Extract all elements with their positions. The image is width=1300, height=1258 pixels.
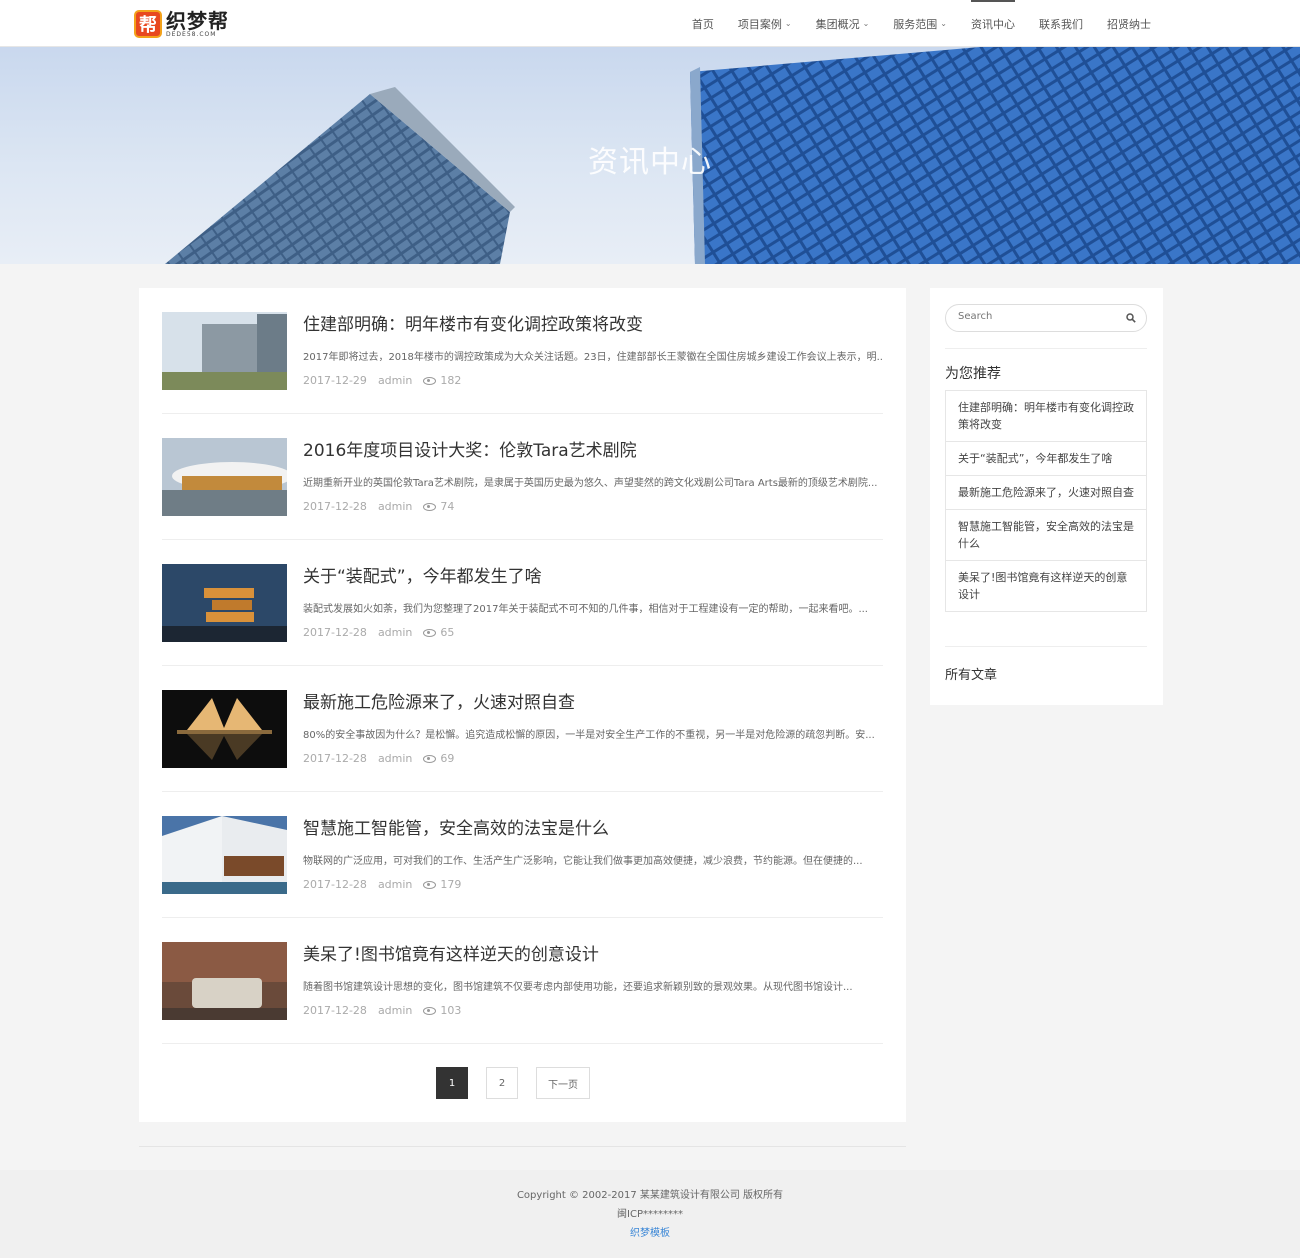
chevron-down-icon: ⌄: [862, 19, 870, 28]
article-item[interactable]: 美呆了!图书馆竟有这样逆天的创意设计 随着图书馆建筑设计思想的变化，图书馆建筑不…: [162, 918, 883, 1044]
recommend-heading: 为您推荐: [945, 366, 1001, 382]
eye-icon: [423, 628, 437, 637]
article-views: 74: [440, 500, 455, 513]
page-button-1[interactable]: 1: [436, 1067, 468, 1099]
article-title[interactable]: 最新施工危险源来了，火速对照自查: [303, 688, 575, 713]
search-icon[interactable]: [1126, 313, 1136, 323]
logo-mark-icon: 帮: [134, 10, 162, 38]
footer-copyright: Copyright © 2002-2017 某某建筑设计有限公司 版权所有: [516, 1190, 784, 1201]
search-input[interactable]: [958, 311, 1118, 322]
article-author: admin: [377, 500, 413, 513]
article-item[interactable]: 最新施工危险源来了，火速对照自查 80%的安全事故因为什么？是松懈。追究造成松懈…: [162, 666, 883, 792]
page-button-2[interactable]: 2: [486, 1067, 518, 1099]
article-views: 103: [440, 1004, 462, 1017]
site-header: 帮 织梦帮 DEDE58.COM 首页 项目案例 ⌄ 集团概况 ⌄ 服务范围 ⌄ 资讯…: [0, 0, 1300, 47]
article-date: 2017-12-28: [303, 752, 367, 765]
article-views: 179: [440, 878, 462, 891]
article-summary: 80%的安全事故因为什么？是松懈。追究造成松懈的原因，一半是对安全生产工作的不重…: [303, 730, 875, 741]
recommend-list: 住建部明确：明年楼市有变化调控政策将改变 关于“装配式”，今年都发生了啥 最新施…: [945, 390, 1147, 612]
article-title[interactable]: 住建部明确：明年楼市有变化调控政策将改变: [303, 310, 643, 335]
article-meta: 2017-12-28 admin 74: [303, 500, 465, 513]
article-thumbnail[interactable]: [162, 438, 287, 516]
article-summary: 装配式发展如火如荼，我们为您整理了2017年关于装配式不可不知的几件事，相信对于…: [303, 604, 868, 615]
article-item[interactable]: 关于“装配式”，今年都发生了啥 装配式发展如火如荼，我们为您整理了2017年关于…: [162, 540, 883, 666]
article-summary: 随着图书馆建筑设计思想的变化，图书馆建筑不仅要考虑内部使用功能，还要追求新颖别致…: [303, 982, 853, 993]
chevron-down-icon: ⌄: [940, 19, 947, 28]
article-item[interactable]: 智慧施工智能管，安全高效的法宝是什么 物联网的广泛应用，可对我们的工作、生活产生…: [162, 792, 883, 918]
eye-icon: [423, 1006, 437, 1015]
nav-item-contact[interactable]: 联系我们: [1027, 0, 1095, 47]
article-views: 65: [440, 626, 455, 639]
all-articles-link[interactable]: 所有文章: [945, 664, 997, 683]
article-meta: 2017-12-28 admin 103: [303, 1004, 472, 1017]
nav-item-news[interactable]: 资讯中心: [959, 0, 1027, 47]
article-item[interactable]: 2016年度项目设计大奖：伦敦Tara艺术剧院 近期重新开业的英国伦敦Tara艺…: [162, 414, 883, 540]
recommend-item[interactable]: 关于“装配式”，今年都发生了啥: [946, 442, 1146, 476]
article-summary: 物联网的广泛应用，可对我们的工作、生活产生广泛影响，它能让我们做事更加高效便捷，…: [303, 856, 863, 867]
article-views: 69: [440, 752, 455, 765]
sidebar: 为您推荐 住建部明确：明年楼市有变化调控政策将改变 关于“装配式”，今年都发生了…: [930, 288, 1163, 705]
article-title[interactable]: 智慧施工智能管，安全高效的法宝是什么: [303, 814, 609, 839]
article-summary: 2017年即将过去，2018年楼市的调控政策成为大众关注话题。23日，住建部部长…: [303, 352, 883, 363]
divider: [945, 348, 1147, 349]
logo-subtext: DEDE58.COM: [166, 30, 217, 38]
article-date: 2017-12-28: [303, 1004, 367, 1017]
article-author: admin: [377, 626, 413, 639]
logo-name: 织梦帮: [166, 8, 229, 33]
article-meta: 2017-12-29 admin 182: [303, 374, 472, 387]
eye-icon: [423, 502, 437, 511]
pagination: 1 2 下一页: [436, 1067, 608, 1099]
banner-title: 资讯中心: [588, 145, 712, 180]
nav-item-projects[interactable]: 项目案例 ⌄: [726, 0, 804, 47]
search-box: [945, 304, 1147, 332]
article-title[interactable]: 2016年度项目设计大奖：伦敦Tara艺术剧院: [303, 436, 637, 461]
footer-icp: 闽ICP********: [617, 1209, 683, 1220]
article-date: 2017-12-28: [303, 626, 367, 639]
article-date: 2017-12-28: [303, 878, 367, 891]
chevron-down-icon: ⌄: [784, 19, 792, 28]
article-meta: 2017-12-28 admin 65: [303, 626, 465, 639]
next-page-button[interactable]: 下一页: [536, 1067, 590, 1099]
article-author: admin: [377, 1004, 413, 1017]
article-list: 住建部明确：明年楼市有变化调控政策将改变 2017年即将过去，2018年楼市的调…: [139, 288, 906, 1122]
recommend-item[interactable]: 美呆了!图书馆竟有这样逆天的创意设计: [946, 561, 1146, 611]
article-author: admin: [377, 752, 413, 765]
article-summary: 近期重新开业的英国伦敦Tara艺术剧院，是隶属于英国历史最为悠久、声望斐然的跨文…: [303, 478, 878, 489]
divider: [139, 1146, 906, 1147]
divider: [945, 646, 1147, 647]
article-title[interactable]: 美呆了!图书馆竟有这样逆天的创意设计: [303, 940, 599, 965]
nav-item-jobs[interactable]: 招贤纳士: [1095, 0, 1163, 47]
article-thumbnail[interactable]: [162, 816, 287, 894]
site-footer: Copyright © 2002-2017 某某建筑设计有限公司 版权所有 闽I…: [0, 1170, 1300, 1258]
article-date: 2017-12-29: [303, 374, 367, 387]
article-thumbnail[interactable]: [162, 690, 287, 768]
article-meta: 2017-12-28 admin 179: [303, 878, 472, 891]
article-thumbnail[interactable]: [162, 312, 287, 390]
footer-template-link[interactable]: 织梦模板: [0, 1224, 1300, 1243]
article-thumbnail[interactable]: [162, 564, 287, 642]
article-thumbnail[interactable]: [162, 942, 287, 1020]
page-banner: 资讯中心: [0, 47, 1300, 264]
recommend-item[interactable]: 住建部明确：明年楼市有变化调控政策将改变: [946, 391, 1146, 442]
main-nav: 首页 项目案例 ⌄ 集团概况 ⌄ 服务范围 ⌄ 资讯中心 联系我们 招贤纳士: [680, 0, 1163, 47]
article-author: admin: [377, 374, 413, 387]
article-item[interactable]: 住建部明确：明年楼市有变化调控政策将改变 2017年即将过去，2018年楼市的调…: [162, 288, 883, 414]
article-meta: 2017-12-28 admin 69: [303, 752, 465, 765]
nav-item-services[interactable]: 服务范围 ⌄: [881, 0, 959, 47]
eye-icon: [423, 754, 437, 763]
article-title[interactable]: 关于“装配式”，今年都发生了啥: [303, 562, 542, 587]
article-author: admin: [377, 878, 413, 891]
nav-item-home[interactable]: 首页: [680, 0, 726, 47]
article-views: 182: [440, 374, 462, 387]
eye-icon: [423, 376, 437, 385]
article-date: 2017-12-28: [303, 500, 367, 513]
recommend-item[interactable]: 最新施工危险源来了，火速对照自查: [946, 476, 1146, 510]
eye-icon: [423, 880, 437, 889]
site-logo[interactable]: 帮 织梦帮 DEDE58.COM: [134, 9, 234, 39]
recommend-item[interactable]: 智慧施工智能管，安全高效的法宝是什么: [946, 510, 1146, 561]
nav-item-group[interactable]: 集团概况 ⌄: [804, 0, 882, 47]
